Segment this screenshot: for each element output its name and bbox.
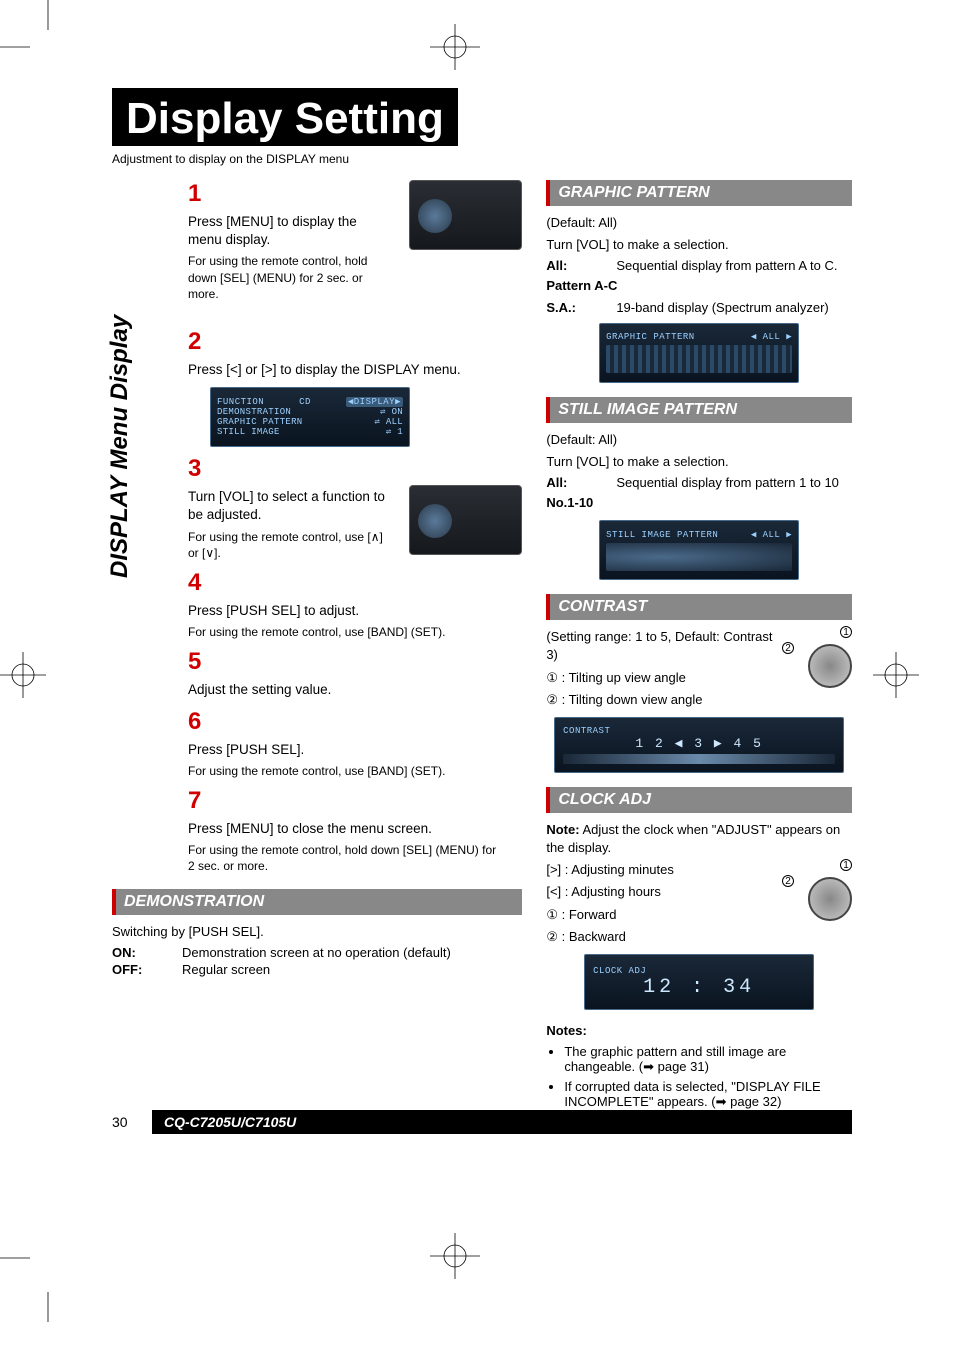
- section-still-image: STILL IMAGE PATTERN: [546, 397, 852, 423]
- gp-display-title: GRAPHIC PATTERN: [606, 332, 695, 342]
- model-number: CQ-C7205U/C7105U: [152, 1110, 852, 1134]
- si-all-term: All:: [546, 475, 616, 490]
- demonstration-on-term: ON:: [112, 945, 182, 960]
- gp-all-term: All:: [546, 258, 616, 273]
- step-1: 1 Press [MENU] to display the menu displ…: [188, 180, 522, 302]
- demonstration-off-term: OFF:: [112, 962, 182, 977]
- demonstration-intro: Switching by [PUSH SEL].: [112, 923, 522, 941]
- gp-display: GRAPHIC PATTERN ◀ ALL ▶: [599, 323, 799, 383]
- lcd-row-2-label: GRAPHIC PATTERN: [217, 417, 303, 427]
- clock-display: CLOCK ADJ 12 : 34: [584, 954, 814, 1010]
- lcd-row-1-value: ⇌ ON: [380, 407, 403, 417]
- step-2-num: 2: [188, 328, 210, 356]
- lcd-tab-function: FUNCTION: [217, 397, 264, 407]
- step-6-note: For using the remote control, use [BAND]…: [188, 763, 504, 779]
- step-3-text: Turn [VOL] to select a function to be ad…: [188, 489, 385, 522]
- step-3: 3 Turn [VOL] to select a function to be …: [188, 455, 522, 561]
- si-display-title: STILL IMAGE PATTERN: [606, 530, 718, 540]
- step-7: 7 Press [MENU] to close the menu screen.…: [188, 787, 522, 875]
- si-no-heading: No.1-10: [546, 494, 852, 512]
- step-3-num: 3: [188, 455, 210, 483]
- lcd-row-3-value: ⇌ 1: [386, 427, 403, 437]
- step-1-note: For using the remote control, hold down …: [188, 253, 388, 302]
- clock-display-title: CLOCK ADJ: [593, 966, 646, 976]
- step-6-num: 6: [188, 708, 210, 736]
- section-graphic-pattern: GRAPHIC PATTERN: [546, 180, 852, 206]
- step-6: 6 Press [PUSH SEL]. For using the remote…: [188, 708, 522, 779]
- gp-all-def: Sequential display from pattern A to C.: [616, 258, 852, 273]
- section-demonstration: DEMONSTRATION: [112, 889, 522, 915]
- device-illustration-1: [409, 180, 522, 250]
- step-1-text: Press [MENU] to display the menu display…: [188, 214, 357, 247]
- lcd-tab-cd: CD: [299, 397, 311, 407]
- step-5-num: 5: [188, 648, 210, 676]
- gp-pattern-heading: Pattern A-C: [546, 277, 852, 295]
- section-contrast: CONTRAST: [546, 594, 852, 620]
- gp-sa-term: S.A.:: [546, 300, 616, 315]
- step-4-text: Press [PUSH SEL] to adjust.: [188, 603, 359, 618]
- clock-note: Note: Adjust the clock when "ADJUST" app…: [546, 821, 852, 857]
- step-7-num: 7: [188, 787, 210, 815]
- si-all-def: Sequential display from pattern 1 to 10: [616, 475, 852, 490]
- step-2-text: Press [<] or [>] to display the DISPLAY …: [188, 361, 504, 379]
- demonstration-off-row: OFF: Regular screen: [112, 962, 522, 977]
- notes-item-2: If corrupted data is selected, "DISPLAY …: [564, 1079, 852, 1110]
- contrast-display-title: CONTRAST: [563, 726, 610, 736]
- sidebar-label: DISPLAY Menu Display: [106, 315, 134, 578]
- contrast-knob-diagram: 12: [782, 628, 852, 688]
- lcd-tab-display: ◀DISPLAY▶: [346, 397, 403, 407]
- gp-default: (Default: All): [546, 214, 852, 232]
- section-clock: CLOCK ADJ: [546, 787, 852, 813]
- demonstration-on-row: ON: Demonstration screen at no operation…: [112, 945, 522, 960]
- clock-r4: ② : Backward: [546, 928, 852, 946]
- step-1-num: 1: [188, 180, 210, 208]
- step-4-note: For using the remote control, use [BAND]…: [188, 624, 504, 640]
- step-5: 5 Adjust the setting value.: [188, 648, 522, 699]
- step-7-text: Press [MENU] to close the menu screen.: [188, 821, 432, 836]
- step-4-num: 4: [188, 569, 210, 597]
- step-7-note: For using the remote control, hold down …: [188, 842, 504, 874]
- notes-item-1: The graphic pattern and still image are …: [564, 1044, 852, 1075]
- lcd-row-3-label: STILL IMAGE: [217, 427, 280, 437]
- demonstration-on-def: Demonstration screen at no operation (de…: [182, 945, 522, 960]
- step-3-note: For using the remote control, use [∧] or…: [188, 529, 388, 561]
- contrast-display-values: 1 2 ◀ 3 ▶ 4 5: [563, 736, 835, 751]
- si-display: STILL IMAGE PATTERN ◀ ALL ▶: [599, 520, 799, 580]
- contrast-display: CONTRAST 1 2 ◀ 3 ▶ 4 5: [554, 717, 844, 773]
- step-6-text: Press [PUSH SEL].: [188, 742, 304, 757]
- demonstration-off-def: Regular screen: [182, 962, 522, 977]
- page-title: Display Setting: [112, 88, 458, 146]
- clock-display-time: 12 : 34: [593, 976, 805, 999]
- lcd-display-menu: FUNCTION CD ◀DISPLAY▶ DEMONSTRATION⇌ ON …: [210, 387, 410, 447]
- page-number: 30: [112, 1114, 152, 1130]
- contrast-opt2: ② : Tilting down view angle: [546, 691, 852, 709]
- notes-heading: Notes:: [546, 1022, 852, 1040]
- device-illustration-2: [409, 485, 522, 555]
- notes-list: The graphic pattern and still image are …: [546, 1044, 852, 1110]
- step-2: 2 Press [<] or [>] to display the DISPLA…: [188, 328, 522, 379]
- lcd-row-1-label: DEMONSTRATION: [217, 407, 291, 417]
- step-5-text: Adjust the setting value.: [188, 681, 504, 699]
- si-default: (Default: All): [546, 431, 852, 449]
- gp-instr: Turn [VOL] to make a selection.: [546, 236, 852, 254]
- page-subtitle: Adjustment to display on the DISPLAY men…: [112, 152, 852, 166]
- si-instr: Turn [VOL] to make a selection.: [546, 453, 852, 471]
- lcd-row-2-value: ⇌ ALL: [374, 417, 403, 427]
- step-4: 4 Press [PUSH SEL] to adjust. For using …: [188, 569, 522, 640]
- gp-sa-def: 19-band display (Spectrum analyzer): [616, 300, 852, 315]
- si-display-value: ◀ ALL ▶: [751, 530, 792, 540]
- gp-display-value: ◀ ALL ▶: [751, 332, 792, 342]
- clock-knob-diagram: 12: [782, 861, 852, 921]
